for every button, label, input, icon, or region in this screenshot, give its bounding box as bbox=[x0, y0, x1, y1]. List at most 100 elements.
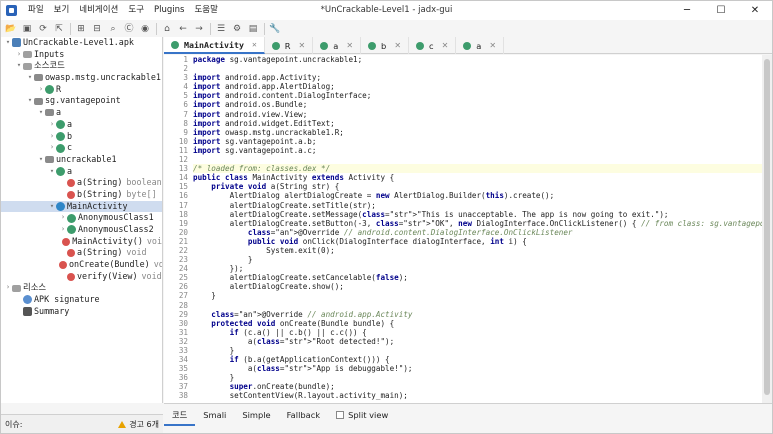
tree-node-label: verify(View) bbox=[77, 270, 138, 281]
collapse-icon[interactable]: ⊟ bbox=[91, 23, 103, 35]
tree-node[interactable]: a(String) boolean bbox=[1, 177, 162, 189]
expand-arrow-icon[interactable]: › bbox=[37, 84, 45, 96]
line-number: 25 bbox=[178, 273, 188, 283]
tree-node[interactable]: b(String) byte[] bbox=[1, 189, 162, 201]
tab-b[interactable]: b ✕ bbox=[361, 37, 410, 54]
log-icon[interactable]: ☰ bbox=[215, 23, 227, 35]
view-tab[interactable]: 코드 bbox=[164, 404, 196, 426]
warnings-indicator[interactable]: 경고 6개 bbox=[118, 419, 159, 430]
split-view-toggle[interactable]: Split view bbox=[336, 410, 388, 420]
view-tab[interactable]: Smali bbox=[195, 404, 234, 426]
expand-arrow-icon[interactable]: ▾ bbox=[37, 154, 45, 166]
tree-node[interactable]: › b bbox=[1, 131, 162, 143]
expand-arrow-icon[interactable]: ▾ bbox=[26, 95, 34, 107]
tree-node[interactable]: ▾ 소스코드 bbox=[1, 60, 162, 72]
tree-node[interactable]: ▾ a bbox=[1, 107, 162, 119]
tree-node[interactable]: onCreate(Bundle) vo bbox=[1, 259, 162, 271]
tree-node[interactable]: › AnonymousClass2 bbox=[1, 224, 162, 236]
expand-arrow-icon[interactable]: › bbox=[48, 119, 56, 131]
minimize-icon[interactable]: ─ bbox=[670, 1, 704, 20]
tree-node[interactable]: ▾ owasp.mstg.uncrackable1 bbox=[1, 72, 162, 84]
checkbox[interactable] bbox=[336, 410, 345, 419]
deobfuscate-icon[interactable]: ▤ bbox=[247, 23, 259, 35]
menu-item[interactable]: 네비게이션 bbox=[74, 1, 123, 20]
code-line: if (b.a(getApplicationContext())) { bbox=[229, 355, 390, 365]
vertical-scrollbar[interactable] bbox=[762, 55, 772, 403]
close-tab-icon[interactable]: ✕ bbox=[489, 41, 496, 50]
back-icon[interactable]: ← bbox=[177, 23, 189, 35]
tree-node[interactable]: APK signature bbox=[1, 294, 162, 306]
expand-arrow-icon[interactable]: ▾ bbox=[15, 60, 23, 72]
line-number: 4 bbox=[183, 82, 188, 92]
close-icon[interactable]: ✕ bbox=[738, 1, 772, 20]
tree-node[interactable]: Summary bbox=[1, 306, 162, 318]
tab-c[interactable]: c ✕ bbox=[409, 37, 457, 54]
export-icon[interactable]: ⇱ bbox=[53, 23, 65, 35]
close-tab-icon[interactable]: ✕ bbox=[442, 41, 449, 50]
tree-node[interactable]: ▾ a bbox=[1, 166, 162, 178]
status-bar: 이슈: 경고 6개 bbox=[1, 414, 163, 433]
tree-node[interactable]: MainActivity() voi bbox=[1, 236, 162, 248]
view-tab[interactable]: Simple bbox=[234, 404, 278, 426]
menu-item[interactable]: 보기 bbox=[49, 1, 75, 20]
tree-node[interactable]: ▾ uncrackable1 bbox=[1, 154, 162, 166]
maximize-icon[interactable]: ☐ bbox=[704, 1, 738, 20]
expand-arrow-icon[interactable]: ▾ bbox=[26, 72, 34, 84]
code-editor[interactable]: 1 2 3 4 5 6 7 8 9 10 11 12 13 14 15 16 17 18 19 20 21 22 23 24 2… bbox=[164, 55, 762, 403]
expand-arrow-icon[interactable]: ▾ bbox=[4, 37, 12, 49]
expand-arrow-icon[interactable]: › bbox=[48, 131, 56, 143]
expand-arrow-icon[interactable]: ▾ bbox=[48, 201, 56, 213]
tree-node[interactable]: verify(View) void bbox=[1, 271, 162, 283]
tree-node[interactable]: ▾ MainActivity bbox=[1, 200, 162, 213]
m-icon bbox=[67, 190, 75, 199]
line-number: 29 bbox=[178, 309, 188, 319]
tree-node[interactable]: ▾ UnCrackable-Level1.apk bbox=[1, 37, 162, 49]
forward-icon[interactable]: → bbox=[193, 23, 205, 35]
sync-icon[interactable]: ⟳ bbox=[37, 23, 49, 35]
save-all-icon[interactable]: ▣ bbox=[21, 23, 33, 35]
search-icon[interactable]: ⌕ bbox=[107, 23, 119, 35]
class-icon bbox=[368, 41, 377, 50]
settings-icon[interactable]: ⚙ bbox=[231, 23, 243, 35]
find-usage-icon[interactable]: ◉ bbox=[139, 23, 151, 35]
expand-arrow-icon[interactable]: ▾ bbox=[48, 166, 56, 178]
tab-r[interactable]: R ✕ bbox=[265, 37, 314, 54]
code-line: class="an">@Override // android.app.Acti… bbox=[211, 309, 413, 319]
expand-arrow-icon[interactable]: › bbox=[48, 142, 56, 154]
tree-node[interactable]: › Inputs bbox=[1, 49, 162, 61]
tab-a[interactable]: a ✕ bbox=[456, 37, 505, 54]
wrench-icon[interactable]: 🔧 bbox=[269, 23, 281, 35]
tree-node[interactable]: a(String) void bbox=[1, 247, 162, 259]
tree-node[interactable]: › c bbox=[1, 142, 162, 154]
project-tree[interactable]: ▾ UnCrackable-Level1.apk › Inputs ▾ 소스코드 ▾ owas… bbox=[1, 37, 163, 403]
tree-node[interactable]: › AnonymousClass1 bbox=[1, 212, 162, 224]
menu-item[interactable]: 도움말 bbox=[189, 1, 222, 20]
tree-node[interactable]: › R bbox=[1, 84, 162, 96]
find-class-icon[interactable]: Ⓒ bbox=[123, 23, 135, 35]
expand-arrow-icon[interactable]: › bbox=[59, 212, 67, 224]
expand-arrow-icon[interactable]: › bbox=[59, 224, 67, 236]
open-icon[interactable]: 📂 bbox=[5, 23, 17, 35]
expand-icon[interactable]: ⊞ bbox=[75, 23, 87, 35]
expand-arrow-icon[interactable]: › bbox=[15, 49, 23, 61]
close-tab-icon[interactable]: ✕ bbox=[394, 41, 401, 50]
menu-item[interactable]: Plugins bbox=[149, 1, 189, 20]
close-tab-icon[interactable]: ✕ bbox=[252, 40, 257, 49]
code-lines[interactable]: package sg.vantagepoint.uncrackable1; imp… bbox=[193, 55, 762, 401]
close-tab-icon[interactable]: ✕ bbox=[346, 41, 353, 50]
tree-node[interactable]: › a bbox=[1, 119, 162, 131]
view-mode-tabs: 코드 Smali Simple Fallback Split view bbox=[164, 403, 772, 426]
expand-arrow-icon[interactable]: › bbox=[4, 282, 12, 294]
tree-node[interactable]: › 리소스 bbox=[1, 282, 162, 294]
scrollbar-thumb[interactable] bbox=[764, 59, 770, 395]
tab-mainactivity[interactable]: MainActivity ✕ bbox=[164, 37, 265, 54]
tree-node[interactable]: ▾ sg.vantagepoint bbox=[1, 95, 162, 107]
menu-item[interactable]: 파일 bbox=[23, 1, 49, 20]
home-icon[interactable]: ⌂ bbox=[161, 23, 173, 35]
tab-a[interactable]: a ✕ bbox=[313, 37, 362, 54]
view-tab[interactable]: Fallback bbox=[279, 404, 328, 426]
close-tab-icon[interactable]: ✕ bbox=[299, 41, 306, 50]
toolbar-separator bbox=[264, 22, 265, 35]
menu-item[interactable]: 도구 bbox=[123, 1, 149, 20]
expand-arrow-icon[interactable]: ▾ bbox=[37, 107, 45, 119]
